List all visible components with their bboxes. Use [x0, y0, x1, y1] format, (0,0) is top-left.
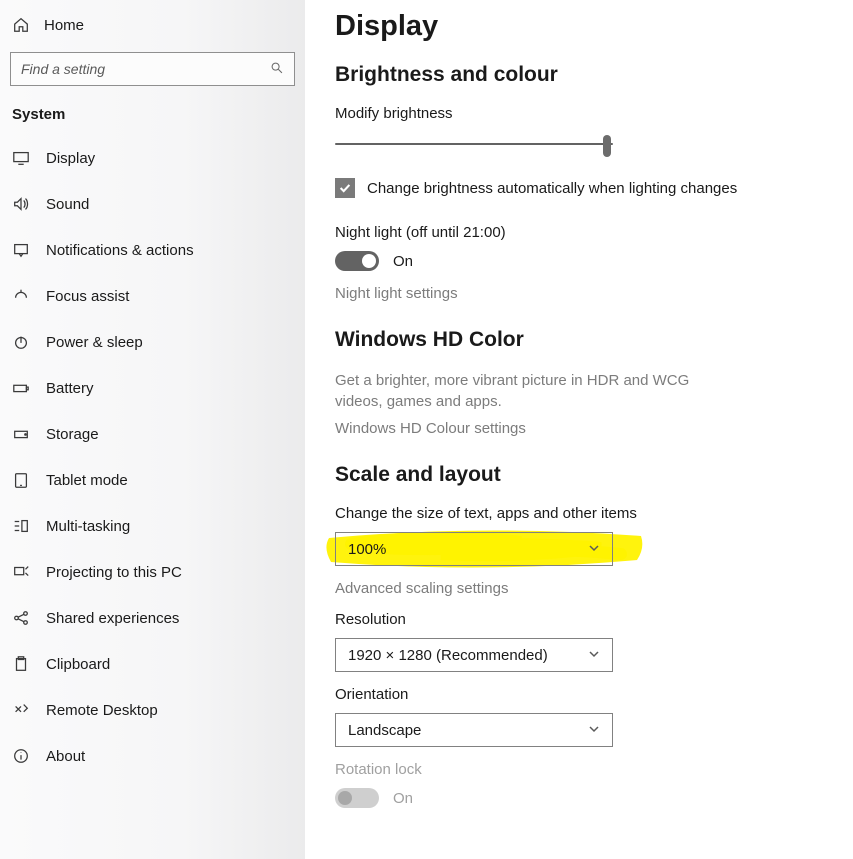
- sidebar-item-notifications[interactable]: Notifications & actions: [0, 227, 305, 273]
- modify-brightness-label: Modify brightness: [335, 105, 829, 122]
- sound-icon: [12, 195, 30, 213]
- sidebar-item-tablet-mode[interactable]: Tablet mode: [0, 457, 305, 503]
- projecting-icon: [12, 563, 30, 581]
- night-light-label: Night light (off until 21:00): [335, 224, 829, 241]
- rotation-lock-toggle: [335, 788, 379, 808]
- chevron-down-icon: [588, 647, 600, 664]
- hdcolor-settings-link[interactable]: Windows HD Colour settings: [335, 420, 829, 437]
- advanced-scaling-link[interactable]: Advanced scaling settings: [335, 580, 829, 597]
- section-brightness-heading: Brightness and colour: [335, 63, 829, 87]
- search-placeholder: Find a setting: [21, 61, 105, 77]
- scale-dropdown-value: 100%: [348, 541, 386, 558]
- chevron-down-icon: [588, 722, 600, 739]
- sidebar-item-remote-desktop[interactable]: Remote Desktop: [0, 687, 305, 733]
- sidebar-item-label: Multi-tasking: [46, 518, 130, 535]
- sidebar-item-label: Battery: [46, 380, 94, 397]
- sidebar-item-label: Notifications & actions: [46, 242, 194, 259]
- resolution-label: Resolution: [335, 611, 829, 628]
- sidebar-item-power-sleep[interactable]: Power & sleep: [0, 319, 305, 365]
- sidebar-nav: Display Sound Notifications & actions Fo…: [0, 135, 305, 779]
- slider-thumb[interactable]: [603, 135, 611, 157]
- focus-assist-icon: [12, 287, 30, 305]
- remote-desktop-icon: [12, 701, 30, 719]
- sidebar-item-label: Sound: [46, 196, 89, 213]
- scale-dropdown[interactable]: 100%: [335, 532, 613, 566]
- auto-brightness-label: Change brightness automatically when lig…: [367, 180, 737, 197]
- brightness-slider[interactable]: [335, 132, 613, 156]
- section-scale-heading: Scale and layout: [335, 463, 829, 487]
- sidebar-item-storage[interactable]: Storage: [0, 411, 305, 457]
- orientation-label: Orientation: [335, 686, 829, 703]
- sidebar-item-label: Clipboard: [46, 656, 110, 673]
- sidebar-item-projecting[interactable]: Projecting to this PC: [0, 549, 305, 595]
- sidebar-item-focus-assist[interactable]: Focus assist: [0, 273, 305, 319]
- slider-track: [335, 143, 613, 145]
- sidebar-item-multitasking[interactable]: Multi-tasking: [0, 503, 305, 549]
- tablet-icon: [12, 471, 30, 489]
- sidebar-item-display[interactable]: Display: [0, 135, 305, 181]
- rotation-lock-label: Rotation lock: [335, 761, 829, 778]
- settings-main: Display Brightness and colour Modify bri…: [305, 0, 853, 859]
- clipboard-icon: [12, 655, 30, 673]
- section-hdcolor-heading: Windows HD Color: [335, 328, 829, 352]
- rotation-lock-state: On: [393, 790, 413, 807]
- display-icon: [12, 149, 30, 167]
- sidebar-item-clipboard[interactable]: Clipboard: [0, 641, 305, 687]
- nav-home-label: Home: [44, 17, 84, 34]
- battery-icon: [12, 379, 30, 397]
- sidebar-group-title: System: [0, 102, 305, 135]
- sidebar-item-label: Projecting to this PC: [46, 564, 182, 581]
- night-light-settings-link[interactable]: Night light settings: [335, 285, 829, 302]
- sidebar-item-label: About: [46, 748, 85, 765]
- search-icon: [270, 61, 284, 78]
- storage-icon: [12, 425, 30, 443]
- search-input[interactable]: Find a setting: [10, 52, 295, 86]
- sidebar-item-label: Display: [46, 150, 95, 167]
- sidebar-item-battery[interactable]: Battery: [0, 365, 305, 411]
- resolution-value: 1920 × 1280 (Recommended): [348, 647, 548, 664]
- sidebar-item-sound[interactable]: Sound: [0, 181, 305, 227]
- about-icon: [12, 747, 30, 765]
- shared-icon: [12, 609, 30, 627]
- hdcolor-desc: Get a brighter, more vibrant picture in …: [335, 370, 735, 412]
- sidebar-item-label: Focus assist: [46, 288, 129, 305]
- home-icon: [12, 16, 30, 34]
- orientation-value: Landscape: [348, 722, 421, 739]
- auto-brightness-checkbox[interactable]: [335, 178, 355, 198]
- sidebar-item-label: Storage: [46, 426, 99, 443]
- orientation-dropdown[interactable]: Landscape: [335, 713, 613, 747]
- nav-home[interactable]: Home: [0, 6, 305, 44]
- night-light-state: On: [393, 253, 413, 270]
- sidebar-item-label: Tablet mode: [46, 472, 128, 489]
- sidebar-item-shared-experiences[interactable]: Shared experiences: [0, 595, 305, 641]
- multitasking-icon: [12, 517, 30, 535]
- night-light-toggle[interactable]: [335, 251, 379, 271]
- page-title: Display: [335, 10, 829, 43]
- sidebar-item-about[interactable]: About: [0, 733, 305, 779]
- notifications-icon: [12, 241, 30, 259]
- settings-sidebar: Home Find a setting System Display Sound…: [0, 0, 305, 859]
- resolution-dropdown[interactable]: 1920 × 1280 (Recommended): [335, 638, 613, 672]
- power-icon: [12, 333, 30, 351]
- sidebar-item-label: Shared experiences: [46, 610, 179, 627]
- sidebar-item-label: Power & sleep: [46, 334, 143, 351]
- sidebar-item-label: Remote Desktop: [46, 702, 158, 719]
- chevron-down-icon: [588, 541, 600, 558]
